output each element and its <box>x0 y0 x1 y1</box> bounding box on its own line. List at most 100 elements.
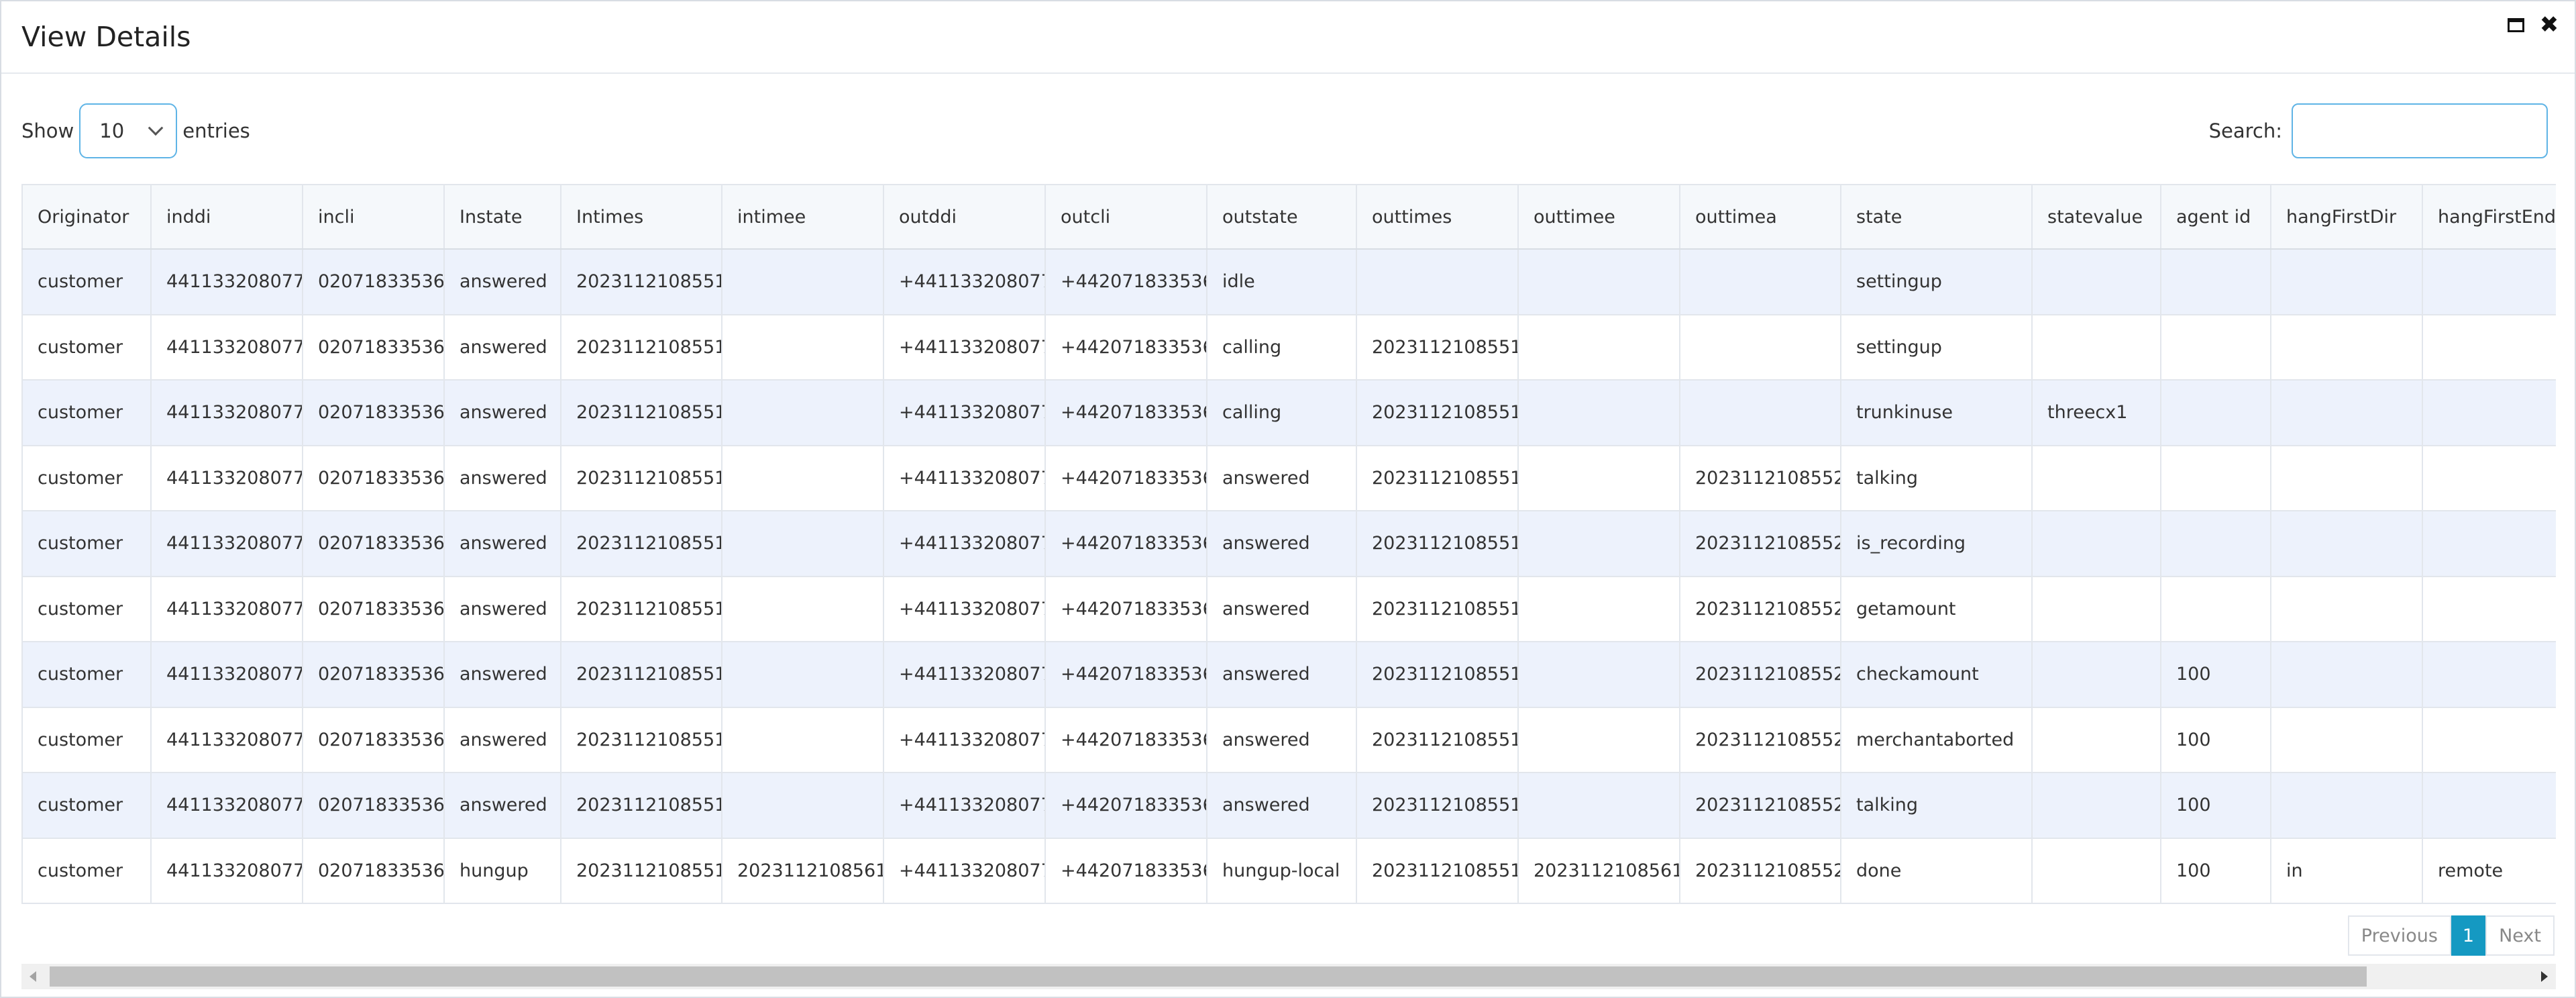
window-controls: ✖ <box>2506 13 2559 36</box>
table-cell: 20231121085521 <box>1680 576 1841 642</box>
table-row: customer 441133208077 02071833536 answered 2… <box>21 445 2556 511</box>
table-cell <box>2422 576 2556 642</box>
table-cell: 02071833536 <box>303 249 445 315</box>
table-cell: answered <box>444 314 561 381</box>
table-cell: 441133208077 <box>151 772 303 839</box>
table-row: customer 441133208077 02071833536 answered 2… <box>21 380 2556 446</box>
column-header[interactable]: Originator <box>21 184 152 250</box>
table-cell: answered <box>444 249 561 315</box>
column-header[interactable]: intimee <box>722 184 884 250</box>
table-cell: customer <box>21 249 152 315</box>
table-cell: +441133208077 <box>883 445 1046 511</box>
table-cell: +441133208077 <box>883 576 1046 642</box>
dialog-header: View Details ✖ <box>1 1 2575 74</box>
entries-select[interactable]: 10 <box>79 103 178 158</box>
table-cell: hungup-local <box>1207 838 1357 904</box>
table-cell: threecx1 <box>2032 380 2161 446</box>
table-cell <box>2271 642 2423 708</box>
table-cell: answered <box>444 642 561 708</box>
table-cell: 100 <box>2161 642 2271 708</box>
table-cell: talking <box>1841 445 2033 511</box>
table-cell: +441133208077 <box>883 249 1046 315</box>
column-header[interactable]: agent id <box>2161 184 2271 250</box>
column-header[interactable]: statevalue <box>2032 184 2161 250</box>
table-cell <box>2032 642 2161 708</box>
table-cell <box>1518 380 1680 446</box>
table-cell: 20231121085516 <box>561 838 722 904</box>
scrollbar-thumb[interactable] <box>50 966 2367 987</box>
table-cell: 20231121085516 <box>1356 314 1519 381</box>
table-cell <box>722 511 884 577</box>
arrow-right-icon[interactable] <box>2541 971 2548 982</box>
table-cell: customer <box>21 511 152 577</box>
table-cell: 441133208077 <box>151 511 303 577</box>
column-header[interactable]: outtimee <box>1518 184 1680 250</box>
table-cell <box>722 445 884 511</box>
column-header[interactable]: incli <box>303 184 445 250</box>
table-cell: 20231121085521 <box>1680 707 1841 773</box>
previous-page-button[interactable]: Previous <box>2347 915 2451 956</box>
column-header[interactable]: outddi <box>883 184 1046 250</box>
table-cell: 20231121085516 <box>561 772 722 839</box>
horizontal-scrollbar[interactable] <box>21 964 2556 989</box>
table-cell: 20231121085516 <box>1356 511 1519 577</box>
table-cell: 20231121085521 <box>1680 838 1841 904</box>
arrow-left-icon[interactable] <box>30 971 36 982</box>
table-cell: 20231121085516 <box>1356 707 1519 773</box>
table-cell <box>2032 511 2161 577</box>
table-cell: 20231121085521 <box>1680 511 1841 577</box>
column-header[interactable]: outstate <box>1207 184 1357 250</box>
table-cell: 20231121085521 <box>1680 772 1841 839</box>
table-cell: +442071833536 <box>1045 380 1208 446</box>
table-cell <box>1518 511 1680 577</box>
table-cell: +441133208077 <box>883 314 1046 381</box>
dialog-title: View Details <box>21 21 191 53</box>
column-header[interactable]: Instate <box>444 184 561 250</box>
column-header[interactable]: state <box>1841 184 2033 250</box>
table-row: customer 441133208077 02071833536 answered 2… <box>21 249 2556 315</box>
table-cell: answered <box>444 576 561 642</box>
table-cell: +442071833536 <box>1045 445 1208 511</box>
table-cell: answered <box>444 445 561 511</box>
table-cell <box>722 576 884 642</box>
table-cell: 20231121085516 <box>561 576 722 642</box>
table-cell: 20231121085613 <box>722 838 884 904</box>
column-header[interactable]: inddi <box>151 184 303 250</box>
column-header[interactable]: outtimes <box>1356 184 1519 250</box>
maximize-button[interactable] <box>2506 16 2525 34</box>
table-cell: 02071833536 <box>303 380 445 446</box>
entries-label: entries <box>182 119 250 142</box>
table-cell <box>1518 249 1680 315</box>
table-cell: answered <box>1207 511 1357 577</box>
table-cell <box>2161 576 2271 642</box>
table-cell <box>2422 707 2556 773</box>
table-cell: 02071833536 <box>303 642 445 708</box>
column-header[interactable]: outcli <box>1045 184 1208 250</box>
table-cell <box>2271 380 2423 446</box>
column-header[interactable]: Intimes <box>561 184 722 250</box>
table-cell <box>2161 445 2271 511</box>
table-cell: 02071833536 <box>303 445 445 511</box>
table-cell <box>2271 707 2423 773</box>
table-cell: 100 <box>2161 838 2271 904</box>
table-cell <box>2422 511 2556 577</box>
table-cell: customer <box>21 707 152 773</box>
table-cell <box>722 772 884 839</box>
table-cell: idle <box>1207 249 1357 315</box>
table-cell <box>1680 314 1841 381</box>
table-cell: 441133208077 <box>151 576 303 642</box>
table-cell: +442071833536 <box>1045 838 1208 904</box>
close-button[interactable]: ✖ <box>2540 13 2559 36</box>
table-cell <box>722 380 884 446</box>
table-cell: answered <box>1207 445 1357 511</box>
column-header[interactable]: hangFirstEnd <box>2422 184 2556 250</box>
table-cell: customer <box>21 445 152 511</box>
view-details-dialog: View Details ✖ Show 10 entries Search: O… <box>0 0 2576 998</box>
column-header[interactable]: outtimea <box>1680 184 1841 250</box>
page-1-button[interactable]: 1 <box>2451 915 2486 956</box>
table-cell <box>2271 445 2423 511</box>
next-page-button[interactable]: Next <box>2485 915 2555 956</box>
column-header[interactable]: hangFirstDir <box>2271 184 2423 250</box>
table-cell <box>1518 314 1680 381</box>
search-input[interactable] <box>2292 103 2548 158</box>
